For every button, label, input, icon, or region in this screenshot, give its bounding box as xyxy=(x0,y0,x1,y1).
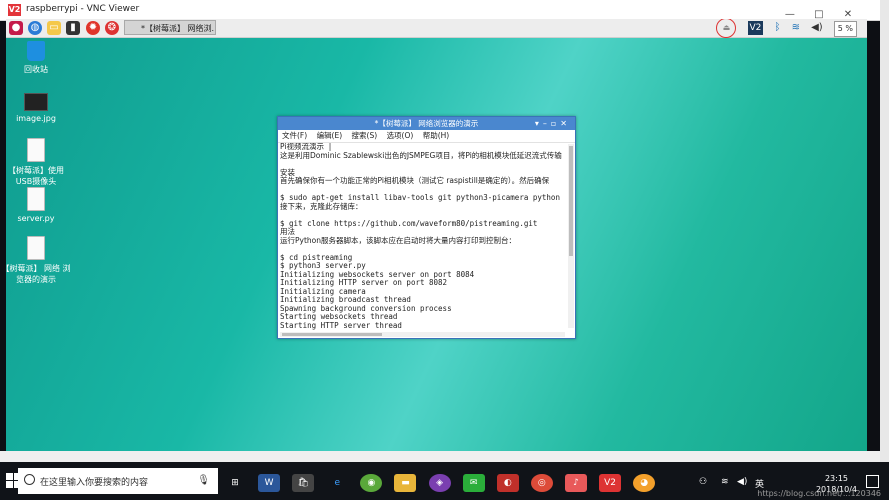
notification-icon[interactable] xyxy=(866,475,879,488)
desktop-icon-browser-demo-doc[interactable]: 【树莓派】 网络 浏览器的演示 xyxy=(6,236,71,285)
app-orange-icon[interactable]: ◕ xyxy=(633,474,656,492)
microphone-icon[interactable]: 🎙 xyxy=(197,475,210,486)
text-editor-window[interactable]: *【树莓派】 网络浏览器的演示 ▾–▫✕ 文件(F) 编辑(E) 搜索(S) 选… xyxy=(277,116,576,339)
file-manager-icon[interactable]: ▭ xyxy=(47,21,61,35)
volume-icon[interactable]: ◀) xyxy=(811,21,823,35)
vnc-scrollbar[interactable] xyxy=(880,0,889,500)
word-icon[interactable]: W xyxy=(258,474,281,492)
vnc-server-icon[interactable]: V2 xyxy=(747,21,764,35)
desktop-icon-usb-camera-doc[interactable]: 【树莓派】使用 USB摄像头 xyxy=(6,138,71,187)
volume-icon[interactable]: ◀) xyxy=(737,477,747,487)
edge-icon[interactable]: e xyxy=(326,474,348,492)
desktop-icon-label: 【树莓派】 网络 浏览器的演示 xyxy=(6,264,71,284)
menu-help[interactable]: 帮助(H) xyxy=(423,131,450,140)
pi-desktop: ● ◍ ▭ ▮ ✹ ❂ *【树莓派】 网络浏... ⏏ V2 ᛒ ≋ ◀) 5 … xyxy=(6,19,867,451)
pi-top-panel: ● ◍ ▭ ▮ ✹ ❂ *【树莓派】 网络浏... ⏏ V2 ᛒ ≋ ◀) 5 … xyxy=(6,19,867,38)
desktop-icon-label: server.py xyxy=(17,214,55,223)
vnc-window-title: raspberrypi - VNC Viewer xyxy=(26,4,140,14)
app-red-icon[interactable]: ◐ xyxy=(496,474,519,492)
search-input[interactable]: 在这里输入你要搜索的内容 🎙 xyxy=(18,468,218,494)
menu-search[interactable]: 搜索(S) xyxy=(352,131,378,140)
file-explorer-icon[interactable]: ▬ xyxy=(394,474,417,492)
music-icon[interactable]: ♪ xyxy=(564,474,587,492)
desktop-icon-label: 回收站 xyxy=(24,65,48,74)
editor-title: *【树莓派】 网络浏览器的演示 xyxy=(374,119,479,128)
eject-icon[interactable]: ⏏ xyxy=(716,19,737,38)
clock-time: 23:15 xyxy=(824,474,849,483)
editor-line: 接下来，克隆此存储库： xyxy=(280,201,363,211)
terminal-icon[interactable]: ▮ xyxy=(66,21,80,35)
vnc-bottom-scrollbar[interactable] xyxy=(0,451,880,462)
editor-text-area[interactable]: Pi视频流演示 | 这是利用Dominic Szablewski出色的JSMPEG… xyxy=(280,143,565,330)
taskbar-item-label: *【树莓派】 网络浏... xyxy=(141,24,216,33)
vnc-viewer-icon[interactable]: V2 xyxy=(599,474,622,492)
browser-icon[interactable]: ◉ xyxy=(360,474,383,492)
editor-window-controls[interactable]: ▾–▫✕ xyxy=(535,117,571,130)
store-icon[interactable]: 🛍 xyxy=(292,474,315,492)
editor-menubar: 文件(F) 编辑(E) 搜索(S) 选项(O) 帮助(H) xyxy=(278,130,575,143)
raspberry-menu-icon[interactable]: ● xyxy=(9,21,23,35)
wechat-icon[interactable]: ✉ xyxy=(462,474,485,492)
taskbar-pinned-apps: ⊞ W 🛍 e ◉ ▬ ◈ ✉ ◐ ◎ ♪ V2 ◕ xyxy=(224,470,662,492)
vnc-titlebar: V2 raspberrypi - VNC Viewer — □ ✕ xyxy=(0,0,880,21)
document-icon xyxy=(27,187,45,211)
image-file-icon xyxy=(24,93,48,111)
pi-tray: ⏏ V2 ᛒ ≋ ◀) 5 % xyxy=(710,19,857,38)
editor-line: 运行Python服务器脚本，该脚本应在启动时将大量内容打印到控制台： xyxy=(280,235,516,245)
mathematica-icon[interactable]: ✹ xyxy=(86,21,100,35)
network-icon[interactable]: ≋ xyxy=(721,477,729,487)
trash-icon xyxy=(27,41,45,61)
desktop-icon-image[interactable]: image.jpg xyxy=(6,90,71,123)
watermark-text: https://blog.csdn.net/...120346 xyxy=(757,489,881,498)
editor-line: 首先确保你有一个功能正常的Pi相机模块（测试它 raspistill是确定的）。… xyxy=(280,176,550,185)
editor-line: $ git clone https://github.com/waveform8… xyxy=(280,218,538,228)
media-icon[interactable]: ◈ xyxy=(428,474,451,492)
bluetooth-icon[interactable]: ᛒ xyxy=(775,21,781,35)
menu-file[interactable]: 文件(F) xyxy=(282,131,307,140)
editor-line: 这是利用Dominic Szablewski出色的JSMPEG项目，将Pi的相机… xyxy=(280,150,562,160)
task-view-icon[interactable]: ⊞ xyxy=(224,474,246,492)
wifi-icon[interactable]: ≋ xyxy=(792,21,800,35)
search-placeholder: 在这里输入你要搜索的内容 xyxy=(40,478,149,488)
windows-taskbar: 在这里输入你要搜索的内容 🎙 ⊞ W 🛍 e ◉ ▬ ◈ ✉ ◐ ◎ ♪ V2 … xyxy=(0,462,889,500)
document-icon xyxy=(27,138,45,162)
desktop-icon-trash[interactable]: 回收站 xyxy=(6,41,71,75)
person-icon[interactable]: ⚇ xyxy=(699,477,707,487)
editor-line: Starting HTTP server thread xyxy=(280,320,402,330)
wolfram-icon[interactable]: ❂ xyxy=(105,21,119,35)
taskbar-item-text-editor[interactable]: *【树莓派】 网络浏... xyxy=(124,20,216,35)
search-icon xyxy=(24,474,35,485)
cpu-usage-badge: 5 % xyxy=(833,21,857,37)
menu-edit[interactable]: 编辑(E) xyxy=(317,131,343,140)
editor-titlebar[interactable]: *【树莓派】 网络浏览器的演示 ▾–▫✕ xyxy=(278,117,575,130)
menu-options[interactable]: 选项(O) xyxy=(387,131,414,140)
document-icon xyxy=(27,236,45,260)
editor-horizontal-scrollbar[interactable] xyxy=(280,332,565,337)
vnc-logo-icon: V2 xyxy=(8,4,21,16)
web-browser-icon[interactable]: ◍ xyxy=(28,21,42,35)
desktop-icon-label: image.jpg xyxy=(16,114,56,123)
chrome-icon[interactable]: ◎ xyxy=(530,474,553,492)
editor-vertical-scrollbar[interactable] xyxy=(568,144,574,328)
desktop-icon-label: 【树莓派】使用 USB摄像头 xyxy=(8,166,64,186)
desktop-icon-server-py[interactable]: server.py xyxy=(6,187,71,223)
